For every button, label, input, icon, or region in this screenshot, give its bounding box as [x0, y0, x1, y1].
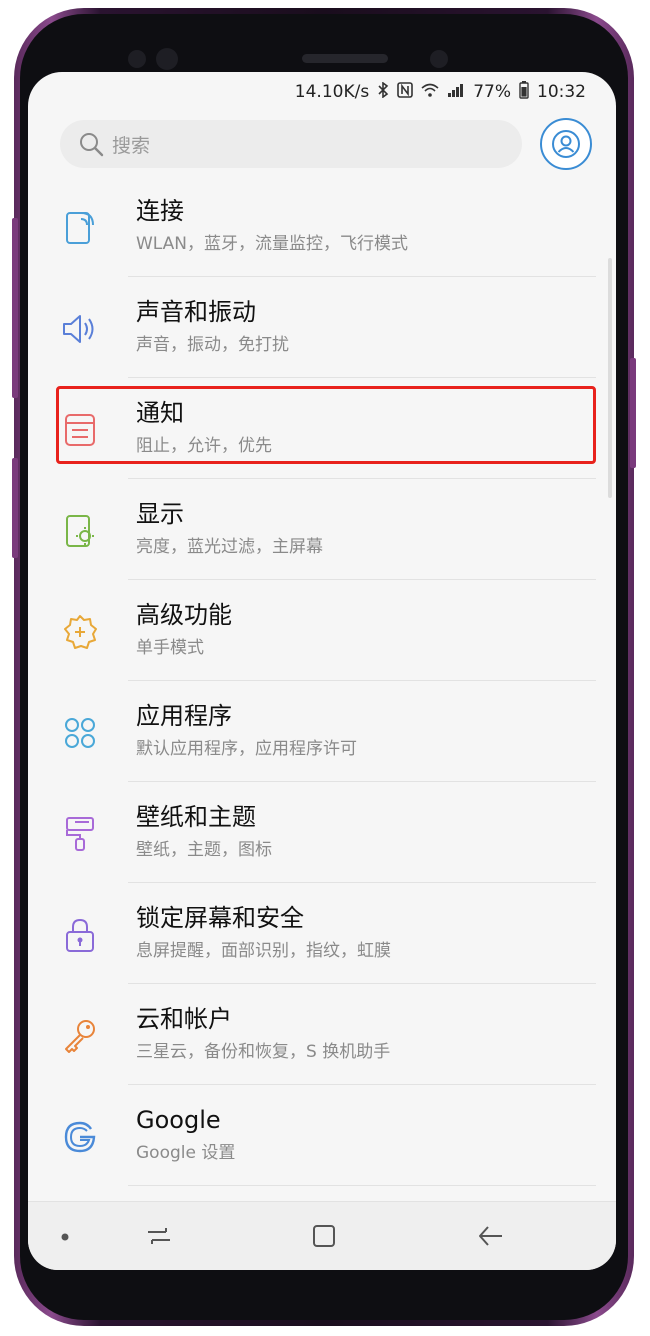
bluetooth-icon — [377, 81, 389, 102]
recents-icon[interactable] — [144, 1222, 174, 1250]
paintbrush-icon — [60, 814, 100, 854]
screen: 14.10K/s 77% 10:32 搜索 连接 WLAN，蓝牙，流量监控，飞行… — [28, 72, 616, 1270]
settings-item-subtitle: 阻止，允许，优先 — [136, 436, 272, 456]
battery-percent: 77% — [473, 82, 511, 102]
settings-item-advanced[interactable]: 高级功能 单手模式 — [28, 580, 616, 681]
search-placeholder: 搜索 — [112, 134, 151, 157]
wifi-icon — [421, 82, 439, 102]
settings-item-google[interactable]: Google Google 设置 — [28, 1085, 616, 1186]
settings-item-title: 声音和振动 — [136, 298, 256, 326]
settings-item-sound[interactable]: 声音和振动 声音，振动，免打扰 — [28, 277, 616, 378]
battery-icon — [519, 81, 529, 103]
bixby-button — [12, 458, 18, 558]
settings-item-connections[interactable]: 连接 WLAN，蓝牙，流量监控，飞行模式 — [28, 176, 616, 277]
settings-item-title: Google — [136, 1106, 221, 1134]
earpiece — [302, 54, 388, 63]
settings-item-subtitle: 默认应用程序，应用程序许可 — [136, 739, 357, 759]
settings-item-subtitle: WLAN，蓝牙，流量监控，飞行模式 — [136, 234, 409, 254]
apps-icon — [60, 713, 100, 753]
settings-item-title: 云和帐户 — [136, 1005, 232, 1033]
nav-dot-indicator — [61, 1233, 69, 1241]
home-icon[interactable] — [310, 1222, 338, 1250]
settings-item-subtitle: Google 设置 — [136, 1143, 236, 1163]
settings-item-lock-screen[interactable]: 锁定屏幕和安全 息屏提醒，面部识别，指纹，虹膜 — [28, 883, 616, 984]
settings-list: 连接 WLAN，蓝牙，流量监控，飞行模式 声音和振动 声音，振动，免打扰 通知 … — [28, 176, 616, 1186]
settings-item-wallpaper[interactable]: 壁纸和主题 壁纸，主题，图标 — [28, 782, 616, 883]
settings-item-title: 连接 — [136, 197, 184, 225]
google-icon — [60, 1117, 100, 1157]
search-row: 搜索 — [28, 116, 616, 172]
connections-icon — [60, 208, 100, 248]
key-icon — [60, 1016, 100, 1056]
notification-icon — [60, 410, 100, 450]
settings-item-subtitle: 息屏提醒，面部识别，指纹，虹膜 — [136, 941, 391, 961]
profile-icon — [552, 130, 580, 158]
back-icon[interactable] — [476, 1222, 506, 1250]
settings-item-apps[interactable]: 应用程序 默认应用程序，应用程序许可 — [28, 681, 616, 782]
settings-item-subtitle: 声音，振动，免打扰 — [136, 335, 289, 355]
settings-item-subtitle: 三星云，备份和恢复，S 换机助手 — [136, 1042, 391, 1062]
sensor — [156, 48, 178, 70]
sensor — [128, 50, 146, 68]
display-icon — [60, 511, 100, 551]
front-camera — [430, 50, 448, 68]
settings-item-cloud-accounts[interactable]: 云和帐户 三星云，备份和恢复，S 换机助手 — [28, 984, 616, 1085]
settings-item-title: 高级功能 — [136, 601, 232, 629]
nfc-icon — [397, 82, 414, 102]
settings-item-title: 壁纸和主题 — [136, 803, 256, 831]
speaker-icon — [60, 309, 100, 349]
signal-icon — [447, 82, 465, 102]
settings-item-notifications[interactable]: 通知 阻止，允许，优先 — [28, 378, 616, 479]
settings-item-title: 锁定屏幕和安全 — [136, 904, 304, 932]
settings-item-display[interactable]: 显示 亮度，蓝光过滤，主屏幕 — [28, 479, 616, 580]
search-icon — [80, 133, 104, 157]
search-input[interactable]: 搜索 — [60, 120, 522, 168]
power-button — [630, 358, 636, 468]
lock-icon — [60, 915, 100, 955]
settings-item-title: 显示 — [136, 500, 184, 528]
navigation-bar — [28, 1201, 616, 1270]
network-speed: 14.10K/s — [294, 82, 370, 102]
volume-button — [12, 218, 18, 398]
settings-item-subtitle: 单手模式 — [136, 638, 204, 658]
settings-item-title: 应用程序 — [136, 702, 232, 730]
status-bar: 14.10K/s 77% 10:32 — [28, 72, 616, 112]
scrollbar[interactable] — [608, 258, 612, 498]
divider — [128, 1185, 596, 1186]
settings-item-subtitle: 亮度，蓝光过滤，主屏幕 — [136, 537, 323, 557]
settings-item-title: 通知 — [136, 399, 184, 427]
gear-plus-icon — [60, 612, 100, 652]
clock: 10:32 — [537, 82, 586, 102]
profile-button[interactable] — [540, 118, 592, 170]
settings-item-subtitle: 壁纸，主题，图标 — [136, 840, 272, 860]
